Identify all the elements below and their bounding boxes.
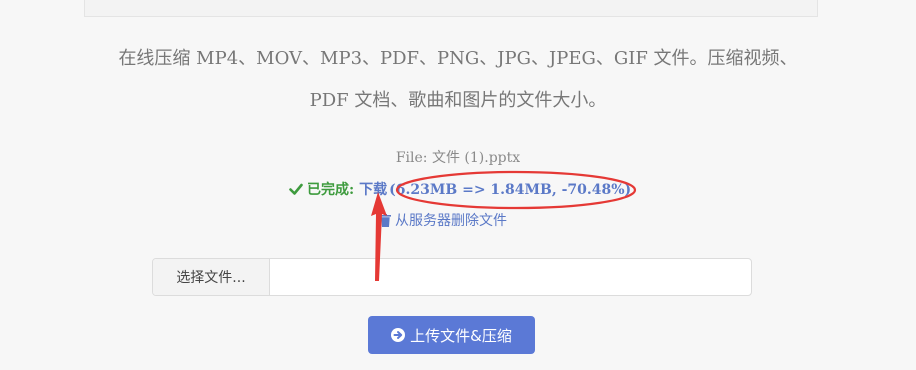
arrow-right-icon (391, 328, 406, 342)
delete-from-server-link[interactable]: 从服务器删除文件 (380, 212, 507, 230)
delete-label: 从服务器删除文件 (395, 213, 507, 229)
status-line: 已完成: 下载 (6.23MB => 1.84MB, -70.48%) (289, 180, 631, 200)
upload-compress-button[interactable]: 上传文件&压缩 (368, 316, 535, 354)
check-icon (289, 183, 303, 195)
intro-text-line-2: PDF 文档、歌曲和图片的文件大小。 (309, 90, 607, 111)
download-link[interactable]: 下载 (359, 182, 387, 198)
choose-file-button[interactable]: 选择文件... (153, 259, 270, 295)
compression-size-info: (6.23MB => 1.84MB, -70.48%) (389, 182, 632, 198)
intro-text-line-1: 在线压缩 MP4、MOV、MP3、PDF、PNG、JPG、JPEG、GIF 文件… (118, 48, 798, 69)
file-name-label: File: 文件 (1).pptx (395, 150, 521, 166)
upload-compress-label: 上传文件&压缩 (410, 326, 512, 345)
trash-icon (380, 214, 391, 227)
file-picker[interactable]: 选择文件... (152, 258, 752, 296)
top-panel (84, 0, 818, 17)
completed-label: 已完成: (307, 182, 355, 198)
selected-file-field[interactable] (270, 259, 751, 295)
